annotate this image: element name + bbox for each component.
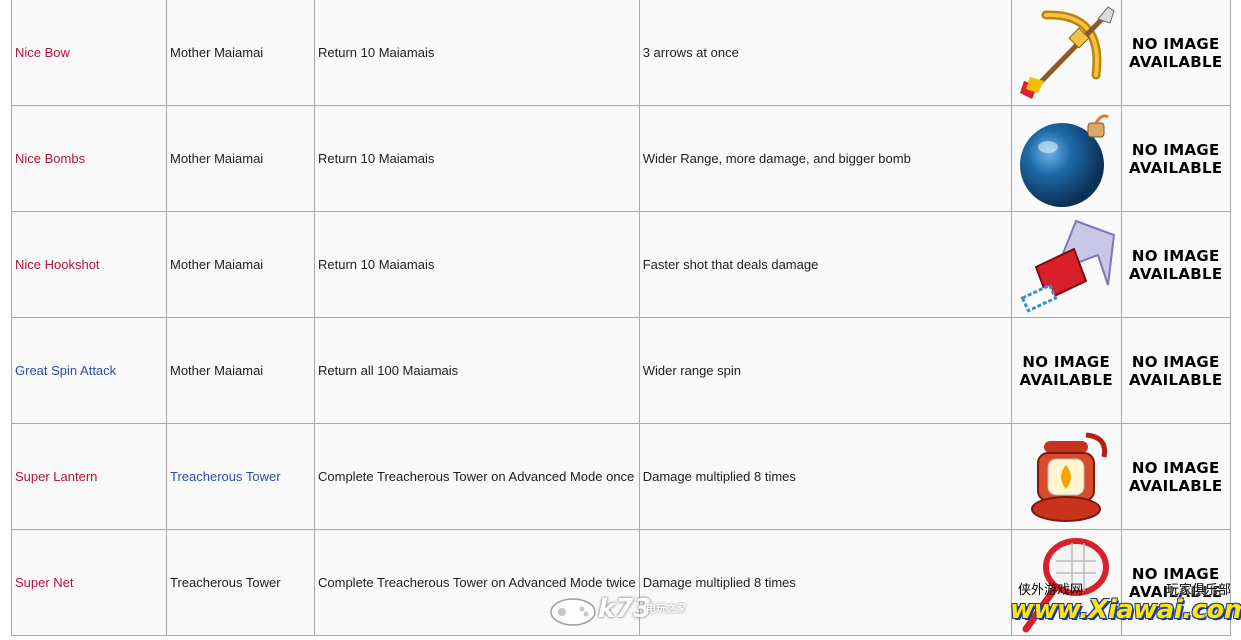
icon-cell bbox=[1010, 0, 1122, 106]
source-text: Treacherous Tower bbox=[170, 575, 281, 590]
image-cell: NO IMAGE AVAILABLE bbox=[1120, 105, 1231, 212]
effect-text: Faster shot that deals damage bbox=[642, 257, 819, 272]
xiawai-url: www.Xiawai.com bbox=[1010, 595, 1241, 625]
no-image-placeholder: NO IMAGE AVAILABLE bbox=[1125, 459, 1227, 495]
item-name-cell: Nice Hookshot bbox=[11, 211, 167, 318]
icon-cell bbox=[1010, 423, 1122, 530]
effect-text: Wider Range, more damage, and bigger bom… bbox=[642, 151, 911, 166]
no-image-placeholder: NO IMAGE AVAILABLE bbox=[1125, 35, 1227, 71]
source-text[interactable]: Treacherous Tower bbox=[170, 469, 281, 484]
k73-text: k73 bbox=[598, 594, 652, 624]
no-image-placeholder: NO IMAGE AVAILABLE bbox=[1125, 141, 1227, 177]
gamepad-logo-icon bbox=[550, 598, 596, 626]
requirement-text: Complete Treacherous Tower on Advanced M… bbox=[318, 469, 635, 484]
effect-cell: Wider range spin bbox=[638, 317, 1012, 424]
no-image-line2: AVAILABLE bbox=[1128, 264, 1223, 283]
item-name-cell: Super Lantern bbox=[11, 423, 167, 530]
source-text: Mother Maiamai bbox=[170, 257, 264, 272]
source-text: Mother Maiamai bbox=[170, 45, 264, 60]
requirement-cell: Return 10 Maiamais bbox=[314, 211, 640, 318]
no-image-placeholder: NO IMAGE AVAILABLE bbox=[1125, 247, 1227, 283]
image-cell: NO IMAGE AVAILABLE bbox=[1120, 423, 1231, 530]
no-image-line2: AVAILABLE bbox=[1019, 370, 1113, 389]
image-cell: NO IMAGE AVAILABLE bbox=[1120, 211, 1231, 318]
requirement-text: Return 10 Maiamais bbox=[318, 45, 435, 60]
source-cell: Treacherous Tower bbox=[166, 423, 315, 530]
no-image-line2: AVAILABLE bbox=[1128, 158, 1223, 177]
bomb-icon bbox=[1015, 109, 1118, 209]
table-row: Nice Bow Mother Maiamai Return 10 Maiama… bbox=[11, 0, 1231, 106]
no-image-line1: NO IMAGE bbox=[1131, 140, 1220, 159]
effect-text: Damage multiplied 8 times bbox=[642, 575, 796, 590]
item-name-link[interactable]: Nice Hookshot bbox=[15, 257, 100, 272]
no-image-placeholder: NO IMAGE AVAILABLE bbox=[1125, 353, 1227, 389]
hookshot-icon bbox=[1015, 215, 1118, 315]
item-name-link[interactable]: Super Net bbox=[15, 575, 74, 590]
image-cell: NO IMAGE AVAILABLE bbox=[1120, 0, 1231, 106]
requirement-cell: Return 10 Maiamais bbox=[314, 105, 640, 212]
no-image-line1: NO IMAGE bbox=[1131, 246, 1220, 265]
requirement-text: Return 10 Maiamais bbox=[318, 151, 435, 166]
requirement-cell: Complete Treacherous Tower on Advanced M… bbox=[314, 423, 640, 530]
table-row: Super Lantern Treacherous Tower Complete… bbox=[11, 423, 1231, 530]
item-name-link[interactable]: Great Spin Attack bbox=[15, 363, 116, 378]
no-image-line2: AVAILABLE bbox=[1128, 52, 1223, 71]
icon-cell bbox=[1010, 105, 1122, 212]
item-name-cell: Super Net bbox=[11, 529, 167, 636]
source-cell: Mother Maiamai bbox=[166, 105, 315, 212]
requirement-text: Return all 100 Maiamais bbox=[318, 363, 459, 378]
lantern-icon bbox=[1015, 427, 1118, 527]
k73-subtext: 电玩之家 bbox=[646, 604, 686, 615]
effect-cell: Damage multiplied 8 times bbox=[638, 423, 1012, 530]
icon-cell bbox=[1010, 211, 1122, 318]
image-cell: NO IMAGE AVAILABLE bbox=[1120, 317, 1231, 424]
requirement-text: Complete Treacherous Tower on Advanced M… bbox=[318, 575, 636, 590]
no-image-placeholder: NO IMAGE AVAILABLE bbox=[1015, 353, 1118, 389]
requirement-text: Return 10 Maiamais bbox=[318, 257, 435, 272]
effect-text: Wider range spin bbox=[642, 363, 741, 378]
no-image-line1: NO IMAGE bbox=[1131, 352, 1220, 371]
item-name-cell: Great Spin Attack bbox=[11, 317, 167, 424]
no-image-line1: NO IMAGE bbox=[1131, 34, 1220, 53]
icon-cell: NO IMAGE AVAILABLE bbox=[1010, 317, 1122, 424]
source-cell: Treacherous Tower bbox=[166, 529, 315, 636]
table-row: Nice Hookshot Mother Maiamai Return 10 M… bbox=[11, 211, 1231, 318]
effect-text: 3 arrows at once bbox=[642, 45, 739, 60]
item-name-link[interactable]: Nice Bow bbox=[15, 45, 70, 60]
table-row: Nice Bombs Mother Maiamai Return 10 Maia… bbox=[11, 105, 1231, 212]
no-image-line2: AVAILABLE bbox=[1128, 476, 1223, 495]
source-text: Mother Maiamai bbox=[170, 363, 264, 378]
no-image-line1: NO IMAGE bbox=[1022, 352, 1111, 371]
bow-icon bbox=[1015, 3, 1118, 103]
effect-cell: 3 arrows at once bbox=[638, 0, 1012, 106]
requirement-cell: Return all 100 Maiamais bbox=[314, 317, 640, 424]
upgrades-table: Nice Bow Mother Maiamai Return 10 Maiama… bbox=[11, 0, 1231, 636]
no-image-line2: AVAILABLE bbox=[1128, 370, 1223, 389]
item-name-link[interactable]: Nice Bombs bbox=[15, 151, 85, 166]
item-name-cell: Nice Bow bbox=[11, 0, 167, 106]
no-image-line1: NO IMAGE bbox=[1131, 458, 1220, 477]
k73-watermark: k73 电玩之家 bbox=[548, 592, 708, 632]
effect-text: Damage multiplied 8 times bbox=[642, 469, 796, 484]
source-cell: Mother Maiamai bbox=[166, 0, 315, 106]
source-cell: Mother Maiamai bbox=[166, 317, 315, 424]
xiawai-watermark: 侠外游戏网 玩家俱乐部 www.Xiawai.com bbox=[1010, 575, 1241, 637]
source-cell: Mother Maiamai bbox=[166, 211, 315, 318]
requirement-cell: Return 10 Maiamais bbox=[314, 0, 640, 106]
source-text: Mother Maiamai bbox=[170, 151, 264, 166]
table-row: Great Spin Attack Mother Maiamai Return … bbox=[11, 317, 1231, 424]
item-name-link[interactable]: Super Lantern bbox=[15, 469, 97, 484]
effect-cell: Faster shot that deals damage bbox=[638, 211, 1012, 318]
item-name-cell: Nice Bombs bbox=[11, 105, 167, 212]
effect-cell: Wider Range, more damage, and bigger bom… bbox=[638, 105, 1012, 212]
